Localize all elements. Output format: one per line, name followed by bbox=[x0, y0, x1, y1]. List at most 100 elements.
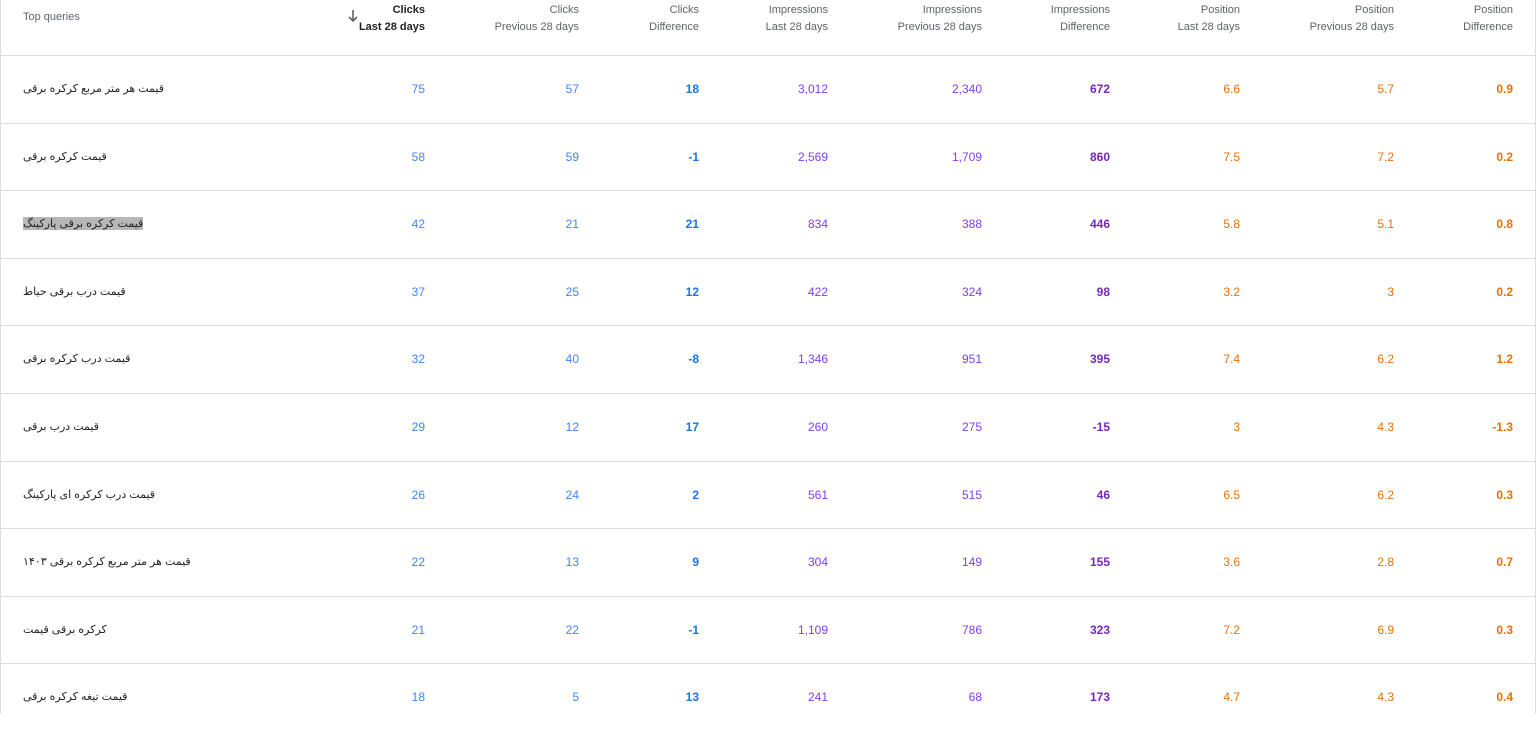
clicks-previous-value: 12 bbox=[565, 419, 579, 434]
impressions-last-value: 260 bbox=[807, 419, 828, 434]
impressions-difference-value: 155 bbox=[1089, 555, 1110, 570]
table-row[interactable]: قیمت کرکره برقی پارکینگ 42 21 21 834 388 446 5.… bbox=[1, 191, 1535, 259]
query-text[interactable]: قیمت درب کرکره برقی bbox=[23, 352, 130, 365]
arrow-down-icon[interactable] bbox=[347, 9, 359, 23]
impressions-difference-value: 446 bbox=[1089, 217, 1110, 232]
clicks-previous-value: 5 bbox=[572, 690, 579, 705]
header-position-previous[interactable]: Position Previous 28 days bbox=[1310, 2, 1394, 36]
impressions-last-value: 422 bbox=[807, 284, 828, 299]
clicks-previous-value: 25 bbox=[565, 284, 579, 299]
table-row[interactable]: قیمت درب برقی حیاط 37 25 12 422 324 98 3.2 3 0.2 bbox=[1, 259, 1535, 327]
clicks-difference-value: 12 bbox=[685, 284, 699, 299]
table-row[interactable]: قیمت کرکره برقی 58 59 -1 2,569 1,709 860 7.5 7.2… bbox=[1, 124, 1535, 192]
header-metric: Clicks bbox=[549, 4, 579, 16]
clicks-difference-value: -8 bbox=[688, 352, 699, 367]
position-previous-value: 5.1 bbox=[1377, 217, 1394, 232]
header-period: Last 28 days bbox=[358, 21, 425, 33]
query-text[interactable]: قیمت تیغه کرکره برقی bbox=[23, 690, 127, 703]
table-row[interactable]: قیمت درب کرکره برقی 32 40 -8 1,346 951 395 7.4 6… bbox=[1, 326, 1535, 394]
header-period: Previous 28 days bbox=[897, 21, 982, 33]
query-column-header[interactable]: Top queries bbox=[23, 11, 80, 23]
clicks-difference-value: 17 bbox=[685, 419, 699, 434]
header-clicks-difference[interactable]: Clicks Difference bbox=[649, 2, 699, 36]
impressions-previous-value: 2,340 bbox=[951, 82, 982, 96]
header-period: Previous 28 days bbox=[1309, 21, 1394, 33]
header-metric: Clicks bbox=[669, 4, 699, 16]
table-header: Top queries Clicks Last 28 days Clicks P… bbox=[1, 0, 1535, 56]
table-row[interactable]: قیمت درب برقی 29 12 17 260 275 -15 3 4.3 -1.3 bbox=[1, 394, 1535, 462]
position-last-value: 3 bbox=[1233, 419, 1240, 434]
impressions-previous-value: 786 bbox=[961, 622, 982, 637]
clicks-difference-value: -1 bbox=[688, 622, 699, 637]
clicks-previous-value: 13 bbox=[565, 555, 579, 570]
query-text[interactable]: قیمت کرکره برقی پارکینگ bbox=[23, 217, 144, 231]
impressions-last-value: 3,012 bbox=[797, 82, 828, 96]
impressions-previous-value: 388 bbox=[961, 217, 982, 232]
clicks-last-value: 58 bbox=[411, 149, 425, 164]
position-difference-value: -1.3 bbox=[1492, 419, 1513, 434]
table-row[interactable]: قیمت تیغه کرکره برقی 18 5 13 241 68 173 4.7 4.3 0… bbox=[1, 664, 1535, 732]
position-previous-value: 6.9 bbox=[1377, 622, 1394, 637]
clicks-last-value: 18 bbox=[411, 690, 425, 705]
position-difference-value: 0.8 bbox=[1496, 217, 1513, 232]
header-clicks-last[interactable]: Clicks Last 28 days bbox=[359, 2, 425, 36]
clicks-difference-value: 18 bbox=[685, 82, 699, 96]
header-impressions-difference[interactable]: Impressions Difference bbox=[1051, 2, 1110, 36]
header-impressions-last[interactable]: Impressions Last 28 days bbox=[766, 2, 828, 36]
header-clicks-previous[interactable]: Clicks Previous 28 days bbox=[495, 2, 579, 36]
position-previous-value: 4.3 bbox=[1377, 690, 1394, 705]
table-row[interactable]: قیمت هر متر مربع کرکره برقی 75 57 18 3,012 2,… bbox=[1, 56, 1535, 124]
header-period: Difference bbox=[1463, 21, 1513, 33]
position-difference-value: 0.7 bbox=[1496, 555, 1513, 570]
position-previous-value: 4.3 bbox=[1377, 419, 1394, 434]
position-previous-value: 2.8 bbox=[1377, 555, 1394, 570]
header-period: Difference bbox=[649, 21, 699, 33]
header-metric: Impressions bbox=[1050, 4, 1110, 16]
position-difference-value: 0.2 bbox=[1496, 149, 1513, 164]
query-text[interactable]: قیمت درب کرکره ای پارکینگ bbox=[23, 488, 155, 501]
clicks-difference-value: 21 bbox=[685, 217, 699, 232]
query-text[interactable]: قیمت درب برقی bbox=[23, 420, 99, 433]
position-last-value: 6.5 bbox=[1223, 487, 1240, 502]
impressions-difference-value: 323 bbox=[1089, 622, 1110, 637]
position-last-value: 7.2 bbox=[1223, 622, 1240, 637]
header-metric: Position bbox=[1354, 4, 1394, 16]
query-text[interactable]: قیمت هر متر مربع کرکره برقی bbox=[23, 82, 164, 95]
clicks-previous-value: 40 bbox=[565, 352, 579, 367]
impressions-previous-value: 951 bbox=[961, 352, 982, 367]
position-difference-value: 0.4 bbox=[1496, 690, 1513, 705]
impressions-last-value: 834 bbox=[807, 217, 828, 232]
impressions-difference-value: 860 bbox=[1089, 149, 1110, 164]
position-last-value: 7.5 bbox=[1223, 149, 1240, 164]
impressions-last-value: 1,109 bbox=[797, 622, 828, 637]
header-impressions-previous[interactable]: Impressions Previous 28 days bbox=[898, 2, 982, 36]
clicks-last-value: 22 bbox=[411, 555, 425, 570]
header-period: Last 28 days bbox=[1177, 21, 1240, 33]
position-previous-value: 6.2 bbox=[1377, 352, 1394, 367]
impressions-difference-value: 46 bbox=[1096, 487, 1110, 502]
header-position-difference[interactable]: Position Difference bbox=[1463, 2, 1513, 36]
clicks-previous-value: 57 bbox=[565, 82, 579, 96]
position-difference-value: 1.2 bbox=[1496, 352, 1513, 367]
position-previous-value: 7.2 bbox=[1377, 149, 1394, 164]
header-period: Last 28 days bbox=[765, 21, 828, 33]
clicks-difference-value: 2 bbox=[692, 487, 699, 502]
header-metric: Clicks bbox=[392, 4, 425, 16]
position-difference-value: 0.3 bbox=[1496, 487, 1513, 502]
clicks-previous-value: 21 bbox=[565, 217, 579, 232]
clicks-difference-value: 13 bbox=[685, 690, 699, 705]
impressions-previous-value: 324 bbox=[961, 284, 982, 299]
query-text[interactable]: قیمت کرکره برقی bbox=[23, 150, 107, 163]
query-text[interactable]: قیمت درب برقی حیاط bbox=[23, 285, 126, 298]
clicks-last-value: 42 bbox=[411, 217, 425, 232]
query-text[interactable]: قیمت هر متر مربع کرکره برقی ۱۴۰۳ bbox=[23, 555, 191, 568]
clicks-previous-value: 22 bbox=[565, 622, 579, 637]
clicks-previous-value: 59 bbox=[565, 149, 579, 164]
table-row[interactable]: کرکره برقی قیمت 21 22 -1 1,109 786 323 7.2 6.9 0.… bbox=[1, 597, 1535, 665]
header-position-last[interactable]: Position Last 28 days bbox=[1178, 2, 1240, 36]
query-text[interactable]: کرکره برقی قیمت bbox=[23, 623, 107, 636]
position-difference-value: 0.9 bbox=[1496, 82, 1513, 96]
table-row[interactable]: قیمت درب کرکره ای پارکینگ 26 24 2 561 515 46 6.… bbox=[1, 462, 1535, 530]
table-row[interactable]: قیمت هر متر مربع کرکره برقی ۱۴۰۳ 22 13 9 304… bbox=[1, 529, 1535, 597]
clicks-last-value: 29 bbox=[411, 419, 425, 434]
